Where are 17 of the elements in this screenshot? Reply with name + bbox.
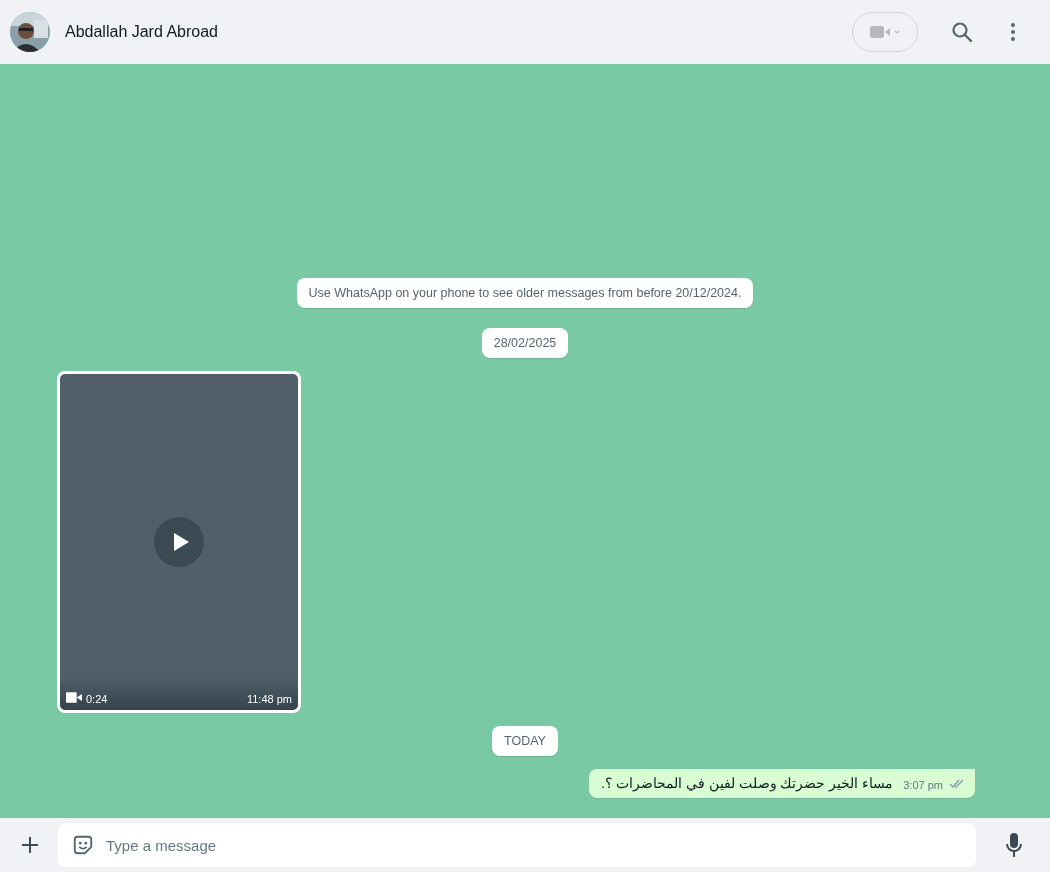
- message-field[interactable]: Type a message: [58, 823, 976, 867]
- sticker-icon[interactable]: [72, 834, 94, 856]
- date-divider: 28/02/2025: [481, 328, 569, 358]
- video-message[interactable]: 0:24 11:48 pm: [57, 371, 301, 713]
- search-icon[interactable]: [950, 20, 974, 44]
- message-text: مساء الخير حضرتك وصلت لفين في المحاضرات ؟.: [601, 775, 894, 791]
- play-icon[interactable]: [154, 517, 204, 567]
- video-duration: 0:24: [86, 693, 108, 705]
- menu-icon[interactable]: [1010, 22, 1016, 42]
- microphone-icon[interactable]: [1004, 832, 1024, 858]
- message-time: 11:48 pm: [246, 693, 292, 705]
- system-notice: Use WhatsApp on your phone to see older messages from before 20/12/2024.: [296, 278, 754, 308]
- message-time: 3:07 pm: [903, 779, 943, 791]
- date-divider: TODAY: [492, 726, 558, 756]
- video-camera-icon: [66, 692, 82, 703]
- plus-icon[interactable]: [20, 835, 40, 855]
- contact-name[interactable]: Abdallah Jard Abroad: [65, 23, 218, 41]
